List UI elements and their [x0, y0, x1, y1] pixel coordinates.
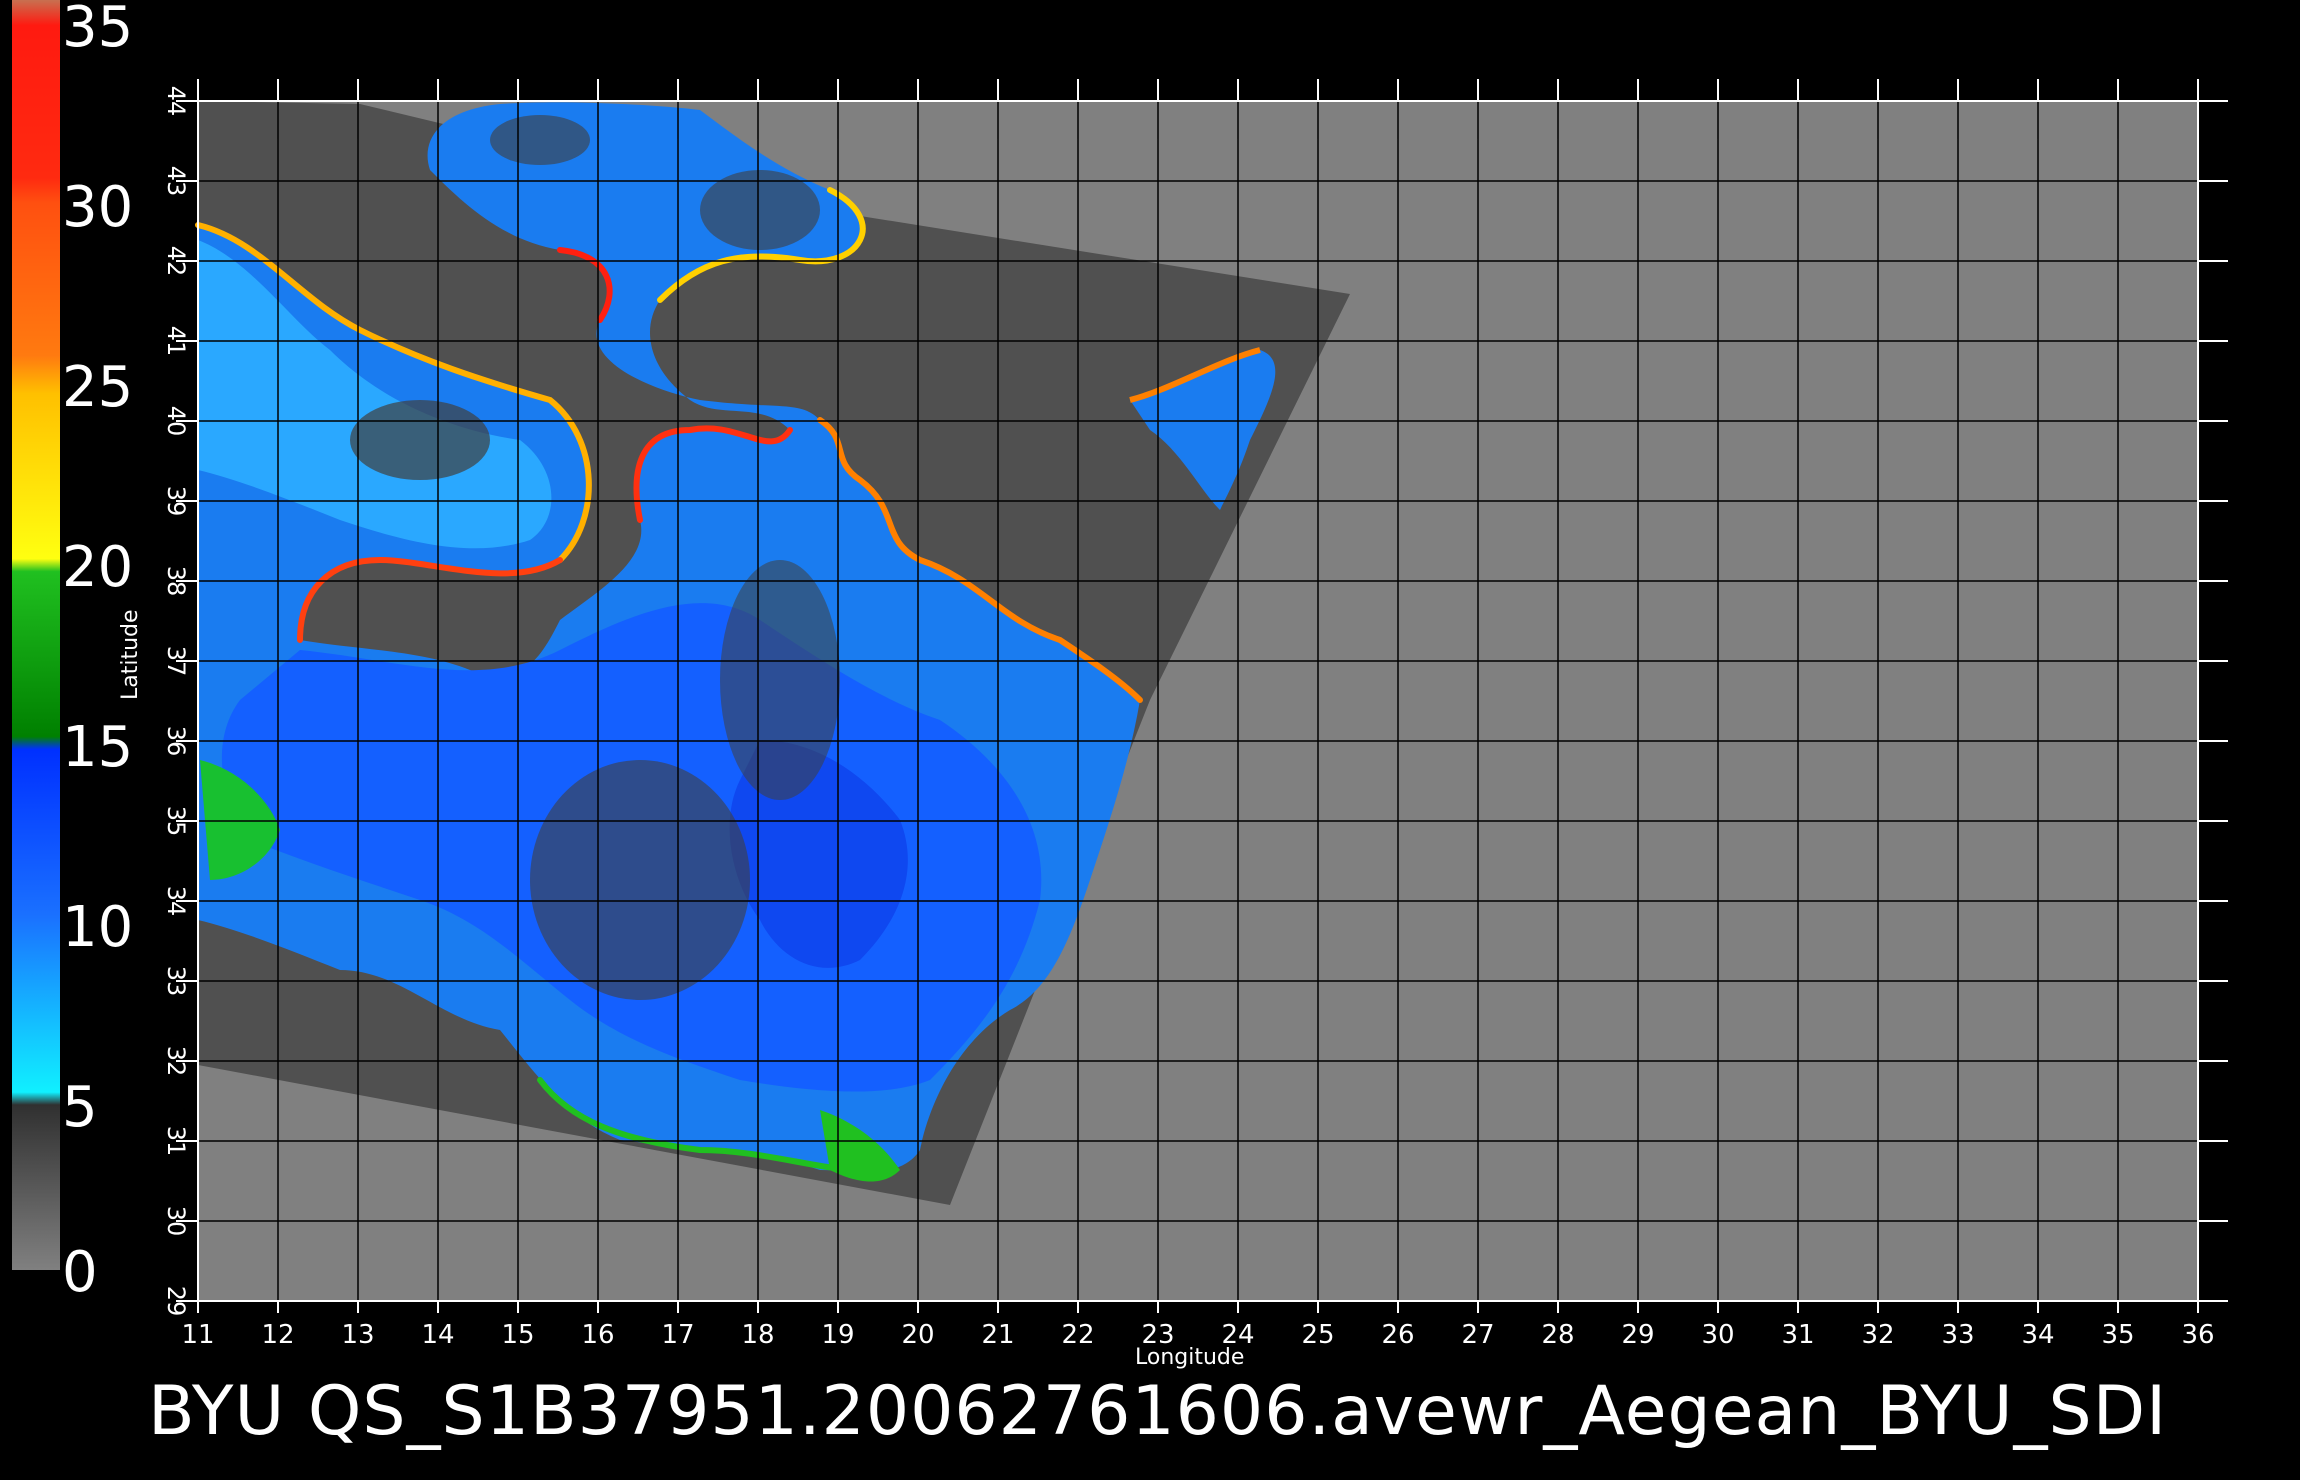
y-tick-labels: 29 30 31 32 33 34 35 36 37 38 39 40 41 42 43 44 — [162, 86, 190, 1317]
x-axis-label: Longitude — [1135, 1345, 1245, 1370]
y-tick-label: 30 — [162, 1206, 190, 1237]
x-tick-label: 17 — [661, 1320, 694, 1350]
y-tick-label: 36 — [162, 726, 190, 757]
x-tick-label: 16 — [581, 1320, 614, 1350]
x-tick-label: 26 — [1381, 1320, 1414, 1350]
x-tick-label: 14 — [421, 1320, 454, 1350]
y-tick-label: 39 — [162, 486, 190, 517]
x-tick-label: 31 — [1781, 1320, 1814, 1350]
y-tick-label: 38 — [162, 566, 190, 597]
x-tick-label: 34 — [2021, 1320, 2054, 1350]
x-tick-label: 13 — [341, 1320, 374, 1350]
y-tick-label: 32 — [162, 1046, 190, 1077]
x-tick-label: 33 — [1941, 1320, 1974, 1350]
x-tick-label: 18 — [741, 1320, 774, 1350]
y-tick-label: 35 — [162, 806, 190, 837]
x-tick-label: 28 — [1541, 1320, 1574, 1350]
x-tick-label: 29 — [1621, 1320, 1654, 1350]
wind-map: 11 12 13 14 15 16 17 18 19 20 21 22 23 24 25 26 27 28 29 30… — [162, 79, 2228, 1350]
x-tick-label: 27 — [1461, 1320, 1494, 1350]
y-tick-label: 40 — [162, 406, 190, 437]
x-tick-label: 19 — [821, 1320, 854, 1350]
y-tick-label: 44 — [162, 86, 190, 117]
image-title: BYU QS_S1B37951.20062761606.avewr_Aegean… — [148, 1372, 2168, 1451]
y-tick-label: 37 — [162, 646, 190, 677]
x-tick-label: 25 — [1301, 1320, 1334, 1350]
y-tick-label: 31 — [162, 1126, 190, 1157]
y-tick-label: 34 — [162, 886, 190, 917]
x-tick-label: 32 — [1861, 1320, 1894, 1350]
x-tick-label: 12 — [261, 1320, 294, 1350]
x-tick-label: 36 — [2181, 1320, 2214, 1350]
y-axis-label: Latitude — [118, 609, 143, 700]
x-tick-label: 11 — [181, 1320, 214, 1350]
x-tick-label: 21 — [981, 1320, 1014, 1350]
x-tick-label: 15 — [501, 1320, 534, 1350]
y-tick-label: 33 — [162, 966, 190, 997]
y-tick-label: 29 — [162, 1286, 190, 1317]
y-tick-label: 42 — [162, 246, 190, 277]
y-tick-label: 41 — [162, 326, 190, 357]
x-tick-label: 35 — [2101, 1320, 2134, 1350]
y-tick-label: 43 — [162, 166, 190, 197]
x-tick-label: 30 — [1701, 1320, 1734, 1350]
x-tick-label: 20 — [901, 1320, 934, 1350]
x-tick-label: 22 — [1061, 1320, 1094, 1350]
